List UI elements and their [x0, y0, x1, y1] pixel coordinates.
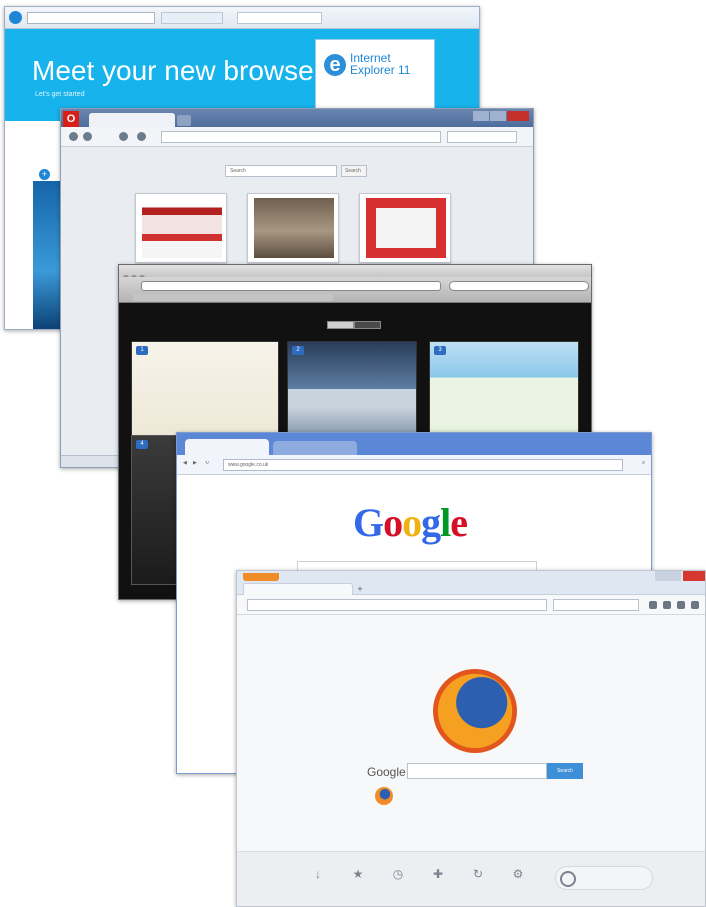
chrome-tab-active[interactable]: [185, 439, 269, 455]
google-logo-letter: e: [450, 500, 468, 545]
minimize-button[interactable]: [473, 111, 489, 121]
window-controls[interactable]: [655, 571, 681, 581]
ie-toolbar: [5, 7, 479, 29]
bookmark-icon[interactable]: [677, 601, 685, 609]
forward-icon[interactable]: [83, 132, 92, 141]
speed-dial-thumbnail: [254, 198, 334, 258]
window-controls: [123, 268, 147, 281]
download-icon[interactable]: [649, 601, 657, 609]
restore-session-button[interactable]: [555, 866, 653, 890]
ie-logo-icon[interactable]: [9, 11, 22, 24]
back-icon[interactable]: ◀: [183, 461, 187, 466]
ie-promo-card: e Internet Explorer 11: [315, 39, 435, 119]
bookmarks-button[interactable]: ★: [343, 868, 373, 884]
tile-number: 2: [292, 346, 304, 355]
google-logo-letter: g: [421, 500, 441, 545]
view-switcher[interactable]: [327, 321, 381, 329]
google-top-bar: [177, 475, 651, 483]
view-option[interactable]: [354, 321, 381, 329]
ie-brand-text: Internet Explorer 11: [350, 52, 410, 76]
chrome-toolbar: ◀ ▶ ↻ www.google.co.uk ≡: [177, 455, 651, 475]
tile-number: 3: [434, 346, 446, 355]
search-engine-label: Google: [367, 765, 406, 779]
opera-tab[interactable]: [89, 113, 175, 127]
close-button[interactable]: [507, 111, 529, 121]
opera-search-box[interactable]: [447, 131, 517, 143]
opera-nav-bar: [61, 127, 533, 147]
firefox-search-box[interactable]: [553, 599, 639, 611]
sync-button[interactable]: ↻: [463, 868, 493, 884]
speed-dial-thumbnail: [366, 198, 446, 258]
chrome-tab-strip: [177, 433, 651, 455]
firefox-logo-icon: [433, 669, 517, 753]
firefox-snippet-icon: [375, 787, 393, 805]
speed-dial-tile[interactable]: [359, 193, 451, 263]
safari-bookmarks-bar: [133, 294, 333, 301]
safari-title-bar: [119, 265, 591, 281]
chrome-tab[interactable]: [273, 441, 357, 455]
ie-address-bar[interactable]: [27, 12, 155, 24]
firefox-window: + Google Search ↓ ★ ◷ ✚ ↻ ⚙: [236, 570, 706, 907]
addons-button[interactable]: ✚: [423, 868, 453, 884]
ie-tab[interactable]: [161, 12, 223, 24]
sync-icon: ↻: [472, 867, 484, 881]
speed-dial-thumbnail: [142, 198, 222, 258]
new-tab-icon[interactable]: +: [355, 584, 365, 594]
speed-dial-tile[interactable]: [247, 193, 339, 263]
view-option[interactable]: [327, 321, 354, 329]
tile-number: 1: [136, 346, 148, 355]
firefox-tab[interactable]: [243, 583, 353, 595]
reload-icon[interactable]: ↻: [205, 461, 209, 466]
google-logo-letter: l: [440, 500, 451, 545]
history-clock-icon: ◷: [392, 867, 404, 881]
firefox-home-search-input[interactable]: [407, 763, 547, 779]
downloads-button[interactable]: ↓: [303, 868, 333, 884]
safari-address-bar[interactable]: [141, 281, 441, 291]
ie-headline: Meet your new browse: [32, 55, 314, 86]
opera-address-bar[interactable]: [161, 131, 441, 143]
ie-brand-line2: Explorer 11: [350, 63, 411, 77]
firefox-tab-strip: +: [237, 571, 705, 595]
opera-title-bar: O: [61, 109, 533, 127]
opera-logo-icon[interactable]: O: [63, 111, 79, 127]
ie-tab-active[interactable]: [237, 12, 322, 24]
restore-icon: [560, 871, 576, 887]
firefox-launcher-bar: ↓ ★ ◷ ✚ ↻ ⚙: [237, 851, 705, 906]
firefox-menu-button[interactable]: [243, 573, 279, 581]
menu-icon[interactable]: ≡: [642, 461, 645, 466]
forward-icon[interactable]: ▶: [193, 461, 197, 466]
speed-dial-search-input[interactable]: Search: [225, 165, 337, 177]
maximize-button[interactable]: [490, 111, 506, 121]
firefox-home-search-button[interactable]: Search: [547, 763, 583, 779]
ie-subline[interactable]: Let's get started: [35, 91, 85, 98]
settings-gear-icon: ⚙: [512, 867, 524, 881]
home-icon[interactable]: [137, 132, 146, 141]
plus-icon[interactable]: +: [39, 169, 50, 180]
speed-dial-tile[interactable]: [135, 193, 227, 263]
google-logo-letter: o: [383, 500, 403, 545]
opera-new-tab-button[interactable]: [177, 115, 191, 126]
safari-toolbar: [119, 277, 591, 303]
history-button[interactable]: ◷: [383, 868, 413, 884]
firefox-address-bar[interactable]: [247, 599, 547, 611]
firefox-nav-bar: [237, 595, 705, 615]
download-icon: ↓: [315, 867, 321, 881]
back-icon[interactable]: [69, 132, 78, 141]
chrome-omnibox[interactable]: www.google.co.uk: [223, 459, 623, 471]
settings-button[interactable]: ⚙: [503, 868, 533, 884]
tile-number: 4: [136, 440, 148, 449]
home-icon[interactable]: [663, 601, 671, 609]
google-logo-letter: o: [402, 500, 422, 545]
bookmark-star-icon: ★: [352, 867, 364, 881]
addons-puzzle-icon: ✚: [432, 867, 444, 881]
ie-e-logo-icon: e: [324, 54, 346, 76]
reload-icon[interactable]: [119, 132, 128, 141]
google-logo-letter: G: [353, 500, 384, 545]
close-button[interactable]: [683, 571, 705, 581]
google-logo: Google: [353, 499, 468, 546]
speed-dial-search-button[interactable]: Search: [341, 165, 367, 177]
safari-search-field[interactable]: [449, 281, 589, 291]
menu-icon[interactable]: [691, 601, 699, 609]
